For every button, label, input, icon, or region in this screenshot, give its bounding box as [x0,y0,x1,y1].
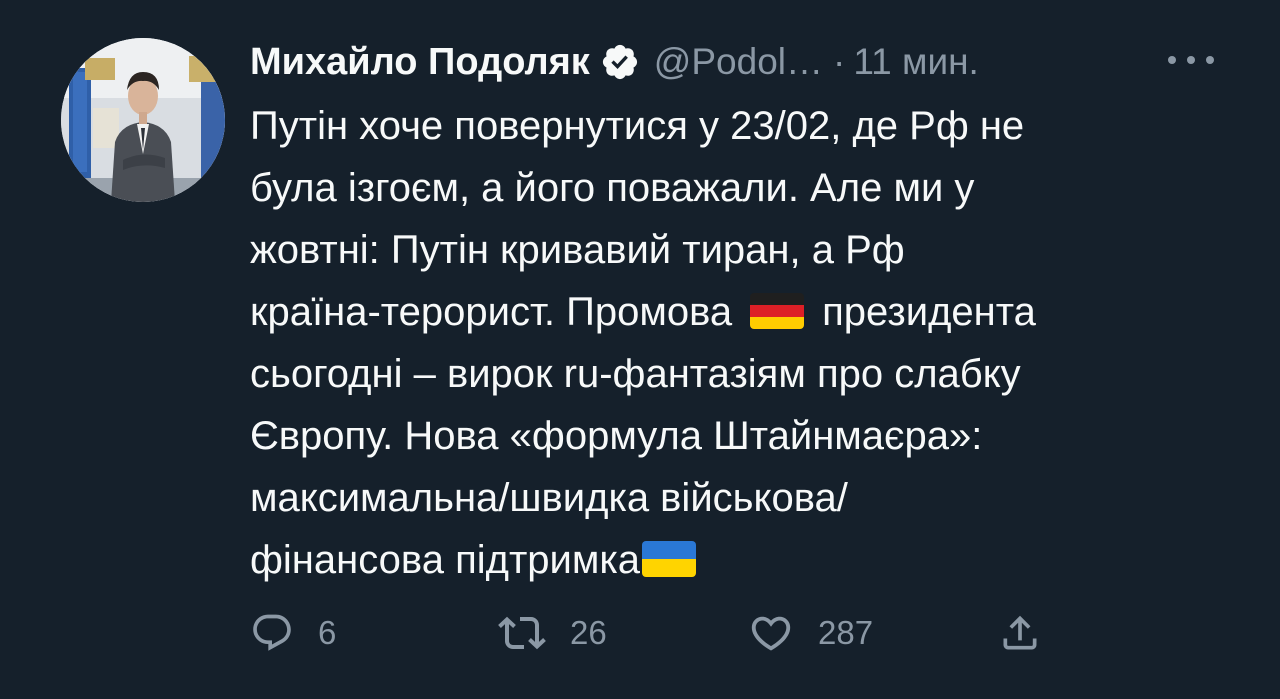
ukraine-flag-emoji [642,541,696,577]
tweet-text-line: максимальна/швидка військова/ [250,476,848,520]
tweet-text-segment: фінансова підтримка [250,538,640,582]
header-separator: · [833,41,846,82]
tweet-text-line: жовтні: Путін кривавий тиран, а Рф [250,228,905,272]
author-name[interactable]: Михайло Подоляк [250,41,590,84]
tweet-text-segment: країна-терорист. Промова [250,290,733,334]
share-icon [1003,615,1037,650]
tweet[interactable]: Михайло Подоляк @Podol… · 11 мин. Путін … [0,0,1280,699]
author-avatar[interactable] [61,38,225,202]
like-button[interactable]: 287 [748,608,873,658]
tweet-timestamp[interactable]: 11 мин. [853,41,979,83]
tweet-header: Михайло Подоляк @Podol… · 11 мин. [250,38,979,86]
tweet-text-line: Європу. Нова «формула Штайнмаєра»: [250,414,983,458]
tweet-text: Путін хоче повернутися у 23/02, де Рф не… [250,95,1240,591]
like-count: 287 [818,614,874,651]
share-button[interactable] [998,608,1042,658]
avatar-image [61,38,225,202]
tweet-text-line: була ізгоєм, а його поважали. Але ми у [250,166,975,210]
reply-button[interactable]: 6 [250,608,336,658]
retweet-button[interactable]: 26 [498,608,607,658]
tweet-text-segment: президента [822,290,1036,334]
germany-flag-emoji [750,293,805,329]
tweet-text-line: країна-терорист. Промова президента [250,281,1240,343]
verified-badge-icon [600,42,640,82]
retweet-icon [498,616,546,650]
reply-icon [253,614,291,651]
author-handle[interactable]: @Podol… [654,41,823,83]
tweet-text-line: сьогодні – вирок ru-фантазіям про слабку [250,352,1021,396]
reply-count: 6 [318,614,337,651]
retweet-count: 26 [570,614,607,651]
tweet-text-line: фінансова підтримка [250,529,1240,591]
tweet-actions: 6 26 287 [250,608,1050,658]
like-icon [751,616,791,651]
tweet-text-line: Путін хоче повернутися у 23/02, де Рф не [250,104,1025,148]
more-icon[interactable] [1168,50,1214,70]
